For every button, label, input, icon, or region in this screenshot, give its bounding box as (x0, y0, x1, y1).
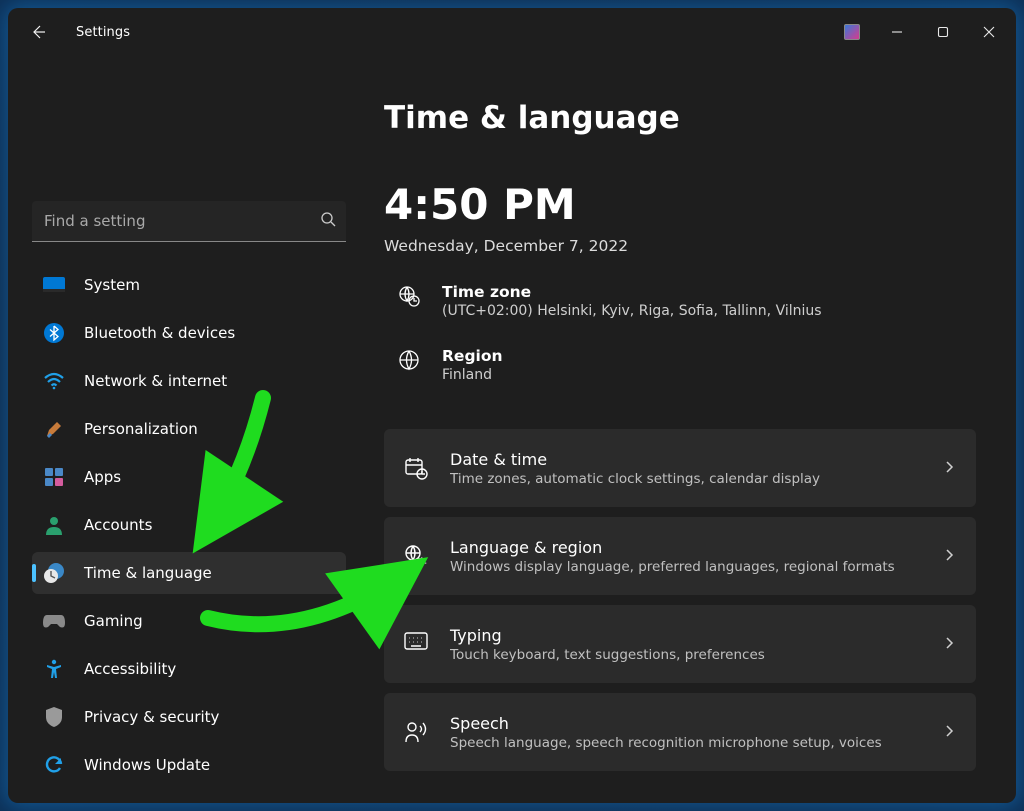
app-title: Settings (76, 25, 130, 40)
globe-clock-icon (398, 285, 420, 307)
titlebar: Settings (8, 8, 1016, 56)
speech-icon (404, 720, 428, 744)
card-speech[interactable]: Speech Speech language, speech recogniti… (384, 693, 976, 771)
clock-globe-icon (42, 561, 66, 585)
search-icon (320, 211, 336, 231)
calendar-clock-icon (404, 456, 428, 480)
nav-list: System Bluetooth & devices Network & int… (32, 264, 346, 792)
maximize-icon (937, 26, 949, 38)
nav-label: Time & language (84, 564, 212, 582)
nav-apps[interactable]: Apps (32, 456, 346, 498)
chevron-right-icon (942, 723, 956, 742)
arrow-left-icon (30, 24, 46, 40)
card-typing[interactable]: Typing Touch keyboard, text suggestions,… (384, 605, 976, 683)
card-subtitle: Windows display language, preferred lang… (450, 559, 920, 575)
maximize-button[interactable] (920, 16, 966, 48)
search-box[interactable] (32, 201, 346, 242)
nav-label: Privacy & security (84, 708, 219, 726)
card-title: Date & time (450, 450, 920, 469)
display-icon (42, 273, 66, 297)
keyboard-icon (404, 632, 428, 656)
nav-label: Gaming (84, 612, 143, 630)
date-display: Wednesday, December 7, 2022 (384, 237, 976, 255)
minimize-button[interactable] (874, 16, 920, 48)
nav-accounts[interactable]: Accounts (32, 504, 346, 546)
region-info: Region Finland (384, 347, 976, 383)
card-title: Language & region (450, 538, 920, 557)
paintbrush-icon (42, 417, 66, 441)
card-language-region[interactable]: 字 Language & region Windows display lang… (384, 517, 976, 595)
nav-label: Bluetooth & devices (84, 324, 235, 342)
shield-icon (42, 705, 66, 729)
gamepad-icon (42, 609, 66, 633)
region-label: Region (442, 347, 503, 365)
nav-label: Apps (84, 468, 121, 486)
accessibility-badge-icon (844, 24, 860, 40)
apps-icon (42, 465, 66, 489)
close-button[interactable] (966, 16, 1012, 48)
wifi-icon (42, 369, 66, 393)
nav-privacy[interactable]: Privacy & security (32, 696, 346, 738)
globe-icon (398, 349, 420, 371)
nav-network[interactable]: Network & internet (32, 360, 346, 402)
nav-gaming[interactable]: Gaming (32, 600, 346, 642)
nav-label: Accessibility (84, 660, 176, 678)
chevron-right-icon (942, 459, 956, 478)
nav-time-language[interactable]: Time & language (32, 552, 346, 594)
chevron-right-icon (942, 635, 956, 654)
card-title: Speech (450, 714, 920, 733)
card-subtitle: Speech language, speech recognition micr… (450, 735, 920, 751)
accessibility-icon (42, 657, 66, 681)
card-date-time[interactable]: Date & time Time zones, automatic clock … (384, 429, 976, 507)
page-title: Time & language (384, 100, 976, 136)
content-pane: Time & language 4:50 PM Wednesday, Decem… (360, 56, 1016, 803)
nav-windows-update[interactable]: Windows Update (32, 744, 346, 786)
nav-label: Windows Update (84, 756, 210, 774)
card-title: Typing (450, 626, 920, 645)
card-subtitle: Time zones, automatic clock settings, ca… (450, 471, 920, 487)
settings-cards: Date & time Time zones, automatic clock … (384, 429, 976, 771)
back-button[interactable] (22, 24, 54, 40)
card-subtitle: Touch keyboard, text suggestions, prefer… (450, 647, 920, 663)
person-icon (42, 513, 66, 537)
nav-accessibility[interactable]: Accessibility (32, 648, 346, 690)
sidebar: System Bluetooth & devices Network & int… (8, 56, 360, 803)
nav-system[interactable]: System (32, 264, 346, 306)
nav-personalization[interactable]: Personalization (32, 408, 346, 450)
timezone-value: (UTC+02:00) Helsinki, Kyiv, Riga, Sofia,… (442, 303, 822, 319)
timezone-label: Time zone (442, 283, 822, 301)
nav-label: Network & internet (84, 372, 227, 390)
nav-label: Accounts (84, 516, 152, 534)
clock-display: 4:50 PM (384, 180, 976, 229)
search-input[interactable] (42, 211, 320, 231)
region-value: Finland (442, 367, 503, 383)
timezone-info: Time zone (UTC+02:00) Helsinki, Kyiv, Ri… (384, 283, 976, 319)
nav-label: System (84, 276, 140, 294)
minimize-icon (891, 26, 903, 38)
svg-text:字: 字 (417, 556, 427, 568)
nav-bluetooth[interactable]: Bluetooth & devices (32, 312, 346, 354)
language-icon: 字 (404, 544, 428, 568)
settings-window: Settings (8, 8, 1016, 803)
chevron-right-icon (942, 547, 956, 566)
nav-label: Personalization (84, 420, 198, 438)
close-icon (983, 26, 995, 38)
update-icon (42, 753, 66, 777)
bluetooth-icon (42, 321, 66, 345)
